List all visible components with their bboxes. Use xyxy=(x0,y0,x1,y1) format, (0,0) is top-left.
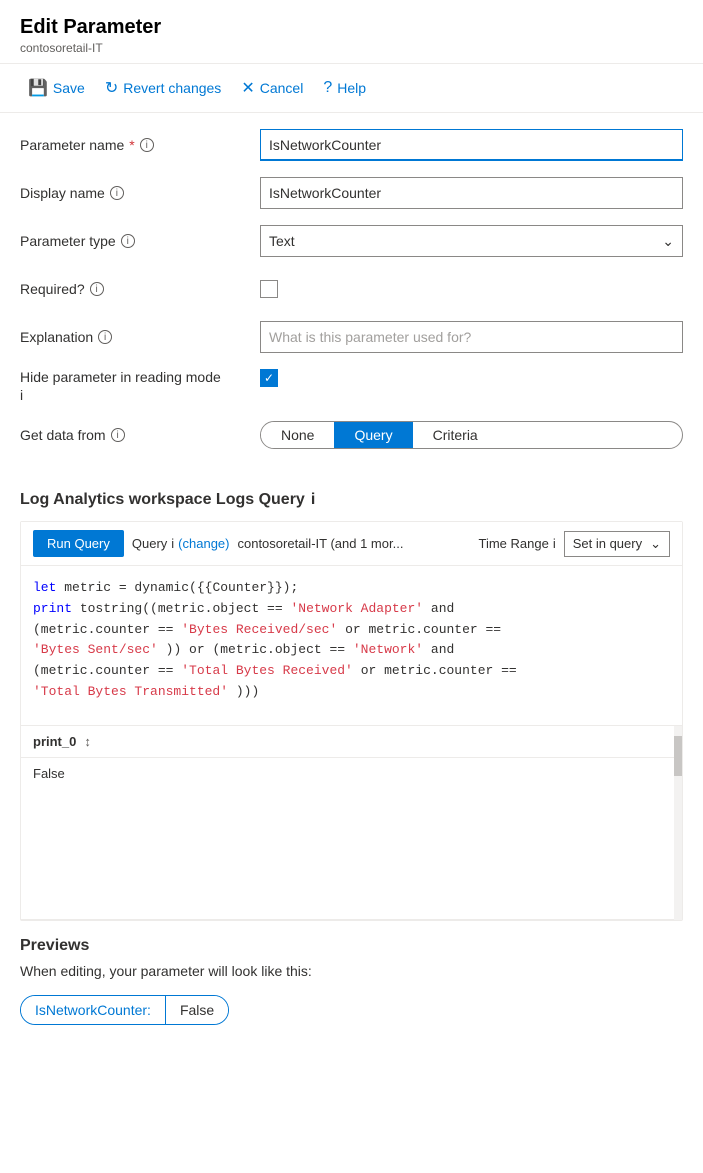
scrollbar-track[interactable] xyxy=(674,726,682,920)
parameter-name-label: Parameter name * i xyxy=(20,137,260,153)
required-row: Required? i xyxy=(20,273,683,305)
page-subtitle: contosoretail-IT xyxy=(20,41,683,55)
form-area: Parameter name * i Display name i Parame… xyxy=(0,113,703,483)
code-line-4: 'Bytes Sent/sec' )) or (metric.object ==… xyxy=(33,640,670,661)
sort-icon[interactable]: ↕ xyxy=(84,734,91,749)
get-data-label: Get data from i xyxy=(20,427,260,443)
hide-param-row: Hide parameter in reading mode i xyxy=(20,369,683,403)
query-source: contosoretail-IT (and 1 mor... xyxy=(237,536,403,551)
display-name-input[interactable] xyxy=(260,177,683,209)
time-range-chevron-icon: ⌄ xyxy=(650,536,661,552)
display-name-label: Display name i xyxy=(20,185,260,201)
query-label-info-icon[interactable]: i xyxy=(171,536,174,551)
query-editor[interactable]: let metric = dynamic({{Counter}}); print… xyxy=(21,566,682,726)
toolbar: 💾 Save ↻ Revert changes ✕ Cancel ? Help xyxy=(0,64,703,113)
revert-changes-button[interactable]: ↻ Revert changes xyxy=(97,72,229,104)
parameter-name-input[interactable] xyxy=(260,129,683,161)
required-label: Required? i xyxy=(20,281,260,297)
query-header: Run Query Query i (change) contosoretail… xyxy=(21,522,682,566)
required-checkbox[interactable] xyxy=(260,280,278,298)
query-label: Query i (change) xyxy=(132,536,230,551)
help-button[interactable]: ? Help xyxy=(315,73,374,103)
hide-param-control xyxy=(260,369,683,387)
page-header: Edit Parameter contosoretail-IT xyxy=(0,0,703,64)
cancel-icon: ✕ xyxy=(241,78,254,98)
preview-param-label: IsNetworkCounter: xyxy=(21,996,166,1024)
get-data-toggle-group: None Query Criteria xyxy=(260,421,683,449)
parameter-name-info-icon[interactable]: i xyxy=(140,138,154,152)
preview-param-value: False xyxy=(166,996,228,1024)
run-query-button[interactable]: Run Query xyxy=(33,530,124,557)
query-header-right: Time Range i Set in query ⌄ xyxy=(479,531,671,557)
get-data-row: Get data from i None Query Criteria xyxy=(20,419,683,451)
result-value: False xyxy=(33,766,670,781)
get-data-criteria-btn[interactable]: Criteria xyxy=(413,422,498,448)
parameter-type-row: Parameter type i Text ⌄ xyxy=(20,225,683,257)
explanation-info-icon[interactable]: i xyxy=(98,330,112,344)
cancel-button[interactable]: ✕ Cancel xyxy=(233,72,311,104)
query-section-title: Log Analytics workspace Logs Query i xyxy=(0,483,703,521)
time-range-label: Time Range i xyxy=(479,536,556,551)
previews-section: Previews When editing, your parameter wi… xyxy=(0,921,703,1041)
save-button[interactable]: 💾 Save xyxy=(20,72,93,104)
get-data-info-icon[interactable]: i xyxy=(111,428,125,442)
code-line-3: (metric.counter == 'Bytes Received/sec' … xyxy=(33,620,670,641)
page-title: Edit Parameter xyxy=(20,16,683,39)
time-range-dropdown[interactable]: Set in query ⌄ xyxy=(564,531,670,557)
parameter-type-info-icon[interactable]: i xyxy=(121,234,135,248)
parameter-name-control xyxy=(260,129,683,161)
parameter-name-row: Parameter name * i xyxy=(20,129,683,161)
preview-control: IsNetworkCounter: False xyxy=(20,995,229,1025)
query-container: Run Query Query i (change) contosoretail… xyxy=(20,521,683,921)
parameter-type-dropdown[interactable]: Text ⌄ xyxy=(260,225,683,257)
hide-param-checkbox[interactable] xyxy=(260,369,278,387)
get-data-none-btn[interactable]: None xyxy=(261,422,334,448)
explanation-control xyxy=(260,321,683,353)
get-data-control: None Query Criteria xyxy=(260,421,683,449)
parameter-type-dropdown-btn[interactable]: Text ⌄ xyxy=(260,225,683,257)
display-name-row: Display name i xyxy=(20,177,683,209)
results-header: print_0 ↕ xyxy=(21,726,682,758)
required-control xyxy=(260,280,683,298)
scrollbar-thumb[interactable] xyxy=(674,736,682,776)
results-area: print_0 ↕ False xyxy=(21,726,682,920)
results-body: False xyxy=(21,758,682,920)
parameter-type-label: Parameter type i xyxy=(20,233,260,249)
hide-param-info-icon[interactable]: i xyxy=(20,387,23,403)
save-icon: 💾 xyxy=(28,78,48,98)
previews-title: Previews xyxy=(20,937,683,955)
explanation-label: Explanation i xyxy=(20,329,260,345)
display-name-control xyxy=(260,177,683,209)
display-name-info-icon[interactable]: i xyxy=(110,186,124,200)
required-asterisk: * xyxy=(129,137,134,153)
code-line-2: print tostring((metric.object == 'Networ… xyxy=(33,599,670,620)
parameter-type-control: Text ⌄ xyxy=(260,225,683,257)
query-header-left: Run Query Query i (change) contosoretail… xyxy=(33,530,403,557)
query-section-info-icon[interactable]: i xyxy=(311,491,315,509)
query-change-link[interactable]: (change) xyxy=(178,536,229,551)
time-range-info-icon[interactable]: i xyxy=(553,536,556,551)
revert-icon: ↻ xyxy=(105,78,118,98)
hide-param-label: Hide parameter in reading mode i xyxy=(20,369,260,403)
previews-description: When editing, your parameter will look l… xyxy=(20,963,683,979)
chevron-down-icon: ⌄ xyxy=(662,233,674,250)
explanation-input[interactable] xyxy=(260,321,683,353)
code-line-5: (metric.counter == 'Total Bytes Received… xyxy=(33,661,670,682)
explanation-row: Explanation i xyxy=(20,321,683,353)
empty-rows xyxy=(33,781,670,911)
required-info-icon[interactable]: i xyxy=(90,282,104,296)
get-data-query-btn[interactable]: Query xyxy=(334,422,412,448)
help-icon: ? xyxy=(323,79,332,97)
code-line-6: 'Total Bytes Transmitted' ))) xyxy=(33,682,670,703)
code-line-1: let metric = dynamic({{Counter}}); xyxy=(33,578,670,599)
